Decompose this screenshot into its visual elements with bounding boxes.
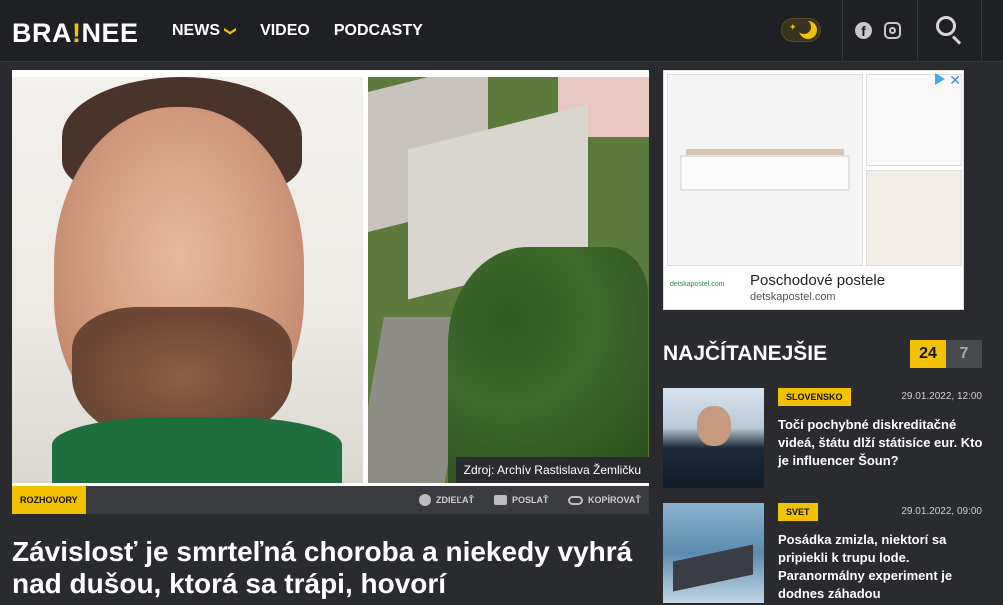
story-date: 29.01.2022, 12:00 [901, 391, 982, 402]
aerial-trees [448, 247, 648, 483]
nav-news-label: NEWS [172, 22, 220, 39]
share-label: ZDIEĽAŤ [436, 495, 474, 505]
facebook-icon[interactable]: f [855, 22, 872, 39]
ad-main-image [667, 74, 863, 266]
ad-close-icon[interactable]: ✕ [949, 72, 961, 89]
advertisement[interactable]: ✕ detskapostel.com Poschodové postele de… [663, 70, 964, 310]
logo-text-left: BRA [12, 18, 72, 48]
story-title[interactable]: Točí pochybné diskreditačné videá, štátu… [778, 416, 983, 470]
ad-domain: detskapostel.com [750, 291, 836, 303]
send-label: POSLAŤ [512, 495, 549, 505]
facebook-share-icon [419, 494, 431, 506]
logo-text-right: NEE [81, 18, 139, 48]
search-icon [936, 16, 956, 36]
share-facebook-button[interactable]: ZDIEĽAŤ [419, 486, 474, 514]
dark-mode-toggle[interactable]: ✦ ✧ [781, 18, 821, 42]
photo-credit: Zdroj: Archív Rastislava Žemličku [455, 457, 649, 483]
ad-brand-logo: detskapostel.com [670, 281, 725, 288]
story-category[interactable]: SVET [778, 503, 818, 521]
share-email-button[interactable]: POSLAŤ [494, 486, 549, 514]
ad-bed-frame [680, 155, 850, 191]
hero-image[interactable]: Zdroj: Archív Rastislava Žemličku [12, 70, 649, 486]
nav-podcasty-label: PODCASTY [333, 22, 423, 39]
portrait-photo [12, 77, 363, 483]
most-read-tabs: 24 7 [910, 340, 982, 368]
logo-exclamation: ! [72, 18, 82, 48]
mail-icon [494, 495, 507, 505]
portrait-shirt [52, 417, 342, 483]
story-thumbnail[interactable] [663, 388, 764, 488]
story-title[interactable]: Posádka zmizla, niektorí sa pripiekli k … [778, 531, 983, 603]
nav-podcasty[interactable]: PODCASTY [334, 22, 423, 40]
nav-news[interactable]: NEWS ❯ [172, 22, 238, 40]
aerial-photo [368, 77, 649, 483]
thumbnail-ship [673, 544, 753, 592]
article-headline: Závislosť je smrteľná choroba a niekedy … [12, 536, 633, 599]
main-nav: NEWS ❯ VIDEO PODCASTY [172, 22, 447, 40]
social-links: f [842, 0, 918, 62]
category-tag[interactable]: ROZHOVORY [12, 486, 86, 514]
ad-thumb-2 [866, 170, 962, 266]
adchoices-icon[interactable] [935, 73, 945, 85]
copy-link-button[interactable]: KOPÍROVAŤ [568, 486, 641, 514]
nav-video-label: VIDEO [260, 22, 310, 39]
copy-label: KOPÍROVAŤ [588, 495, 641, 505]
story-category[interactable]: SLOVENSKO [778, 388, 851, 406]
most-read-heading: NAJČÍTANEJŠIE [663, 342, 828, 365]
tab-7d[interactable]: 7 [946, 340, 982, 368]
article-meta-row: ROZHOVORY ZDIEĽAŤ POSLAŤ KOPÍROVAŤ [12, 486, 649, 514]
search-icon-handle [951, 35, 962, 45]
ad-thumb-1 [866, 74, 962, 166]
search-button[interactable] [918, 0, 982, 62]
instagram-icon[interactable] [884, 22, 901, 39]
link-icon [568, 495, 583, 505]
list-item[interactable]: SLOVENSKO 29.01.2022, 12:00 Točí pochybn… [663, 388, 983, 488]
ad-title[interactable]: Poschodové postele [750, 272, 885, 289]
story-date: 29.01.2022, 09:00 [901, 506, 982, 517]
thumbnail-person [697, 406, 731, 446]
chevron-down-icon[interactable]: ❯ [224, 26, 238, 36]
top-navigation-bar: BRA!NEE NEWS ❯ VIDEO PODCASTY ✦ ✧ f [0, 0, 1003, 62]
list-item[interactable]: SVET 29.01.2022, 09:00 Posádka zmizla, n… [663, 503, 983, 603]
nav-video[interactable]: VIDEO [260, 22, 310, 40]
brainee-logo[interactable]: BRA!NEE [12, 18, 139, 49]
story-thumbnail[interactable] [663, 503, 764, 603]
moon-cutout [797, 20, 811, 34]
tab-24h[interactable]: 24 [910, 340, 946, 368]
